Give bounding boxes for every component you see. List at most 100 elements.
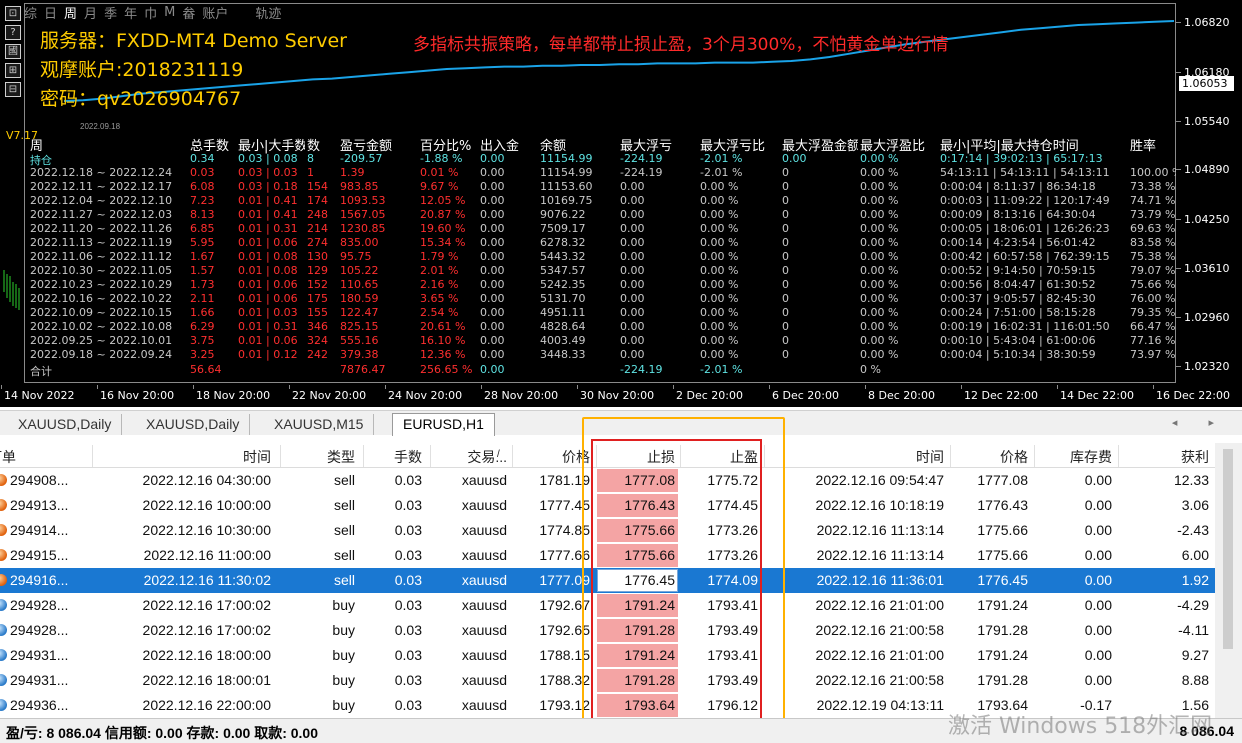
- column-header[interactable]: 类型: [327, 447, 355, 467]
- table-cell: 0.00: [1084, 547, 1112, 563]
- column-header[interactable]: 手数: [394, 447, 422, 467]
- table-cell: 1775.66: [977, 522, 1028, 538]
- stats-cell: 130: [307, 250, 328, 263]
- stats-cell: 1230.85: [340, 222, 386, 235]
- time-tick-label: 2 Dec 20:00: [673, 385, 743, 402]
- stats-cell: 19.60 %: [420, 222, 466, 235]
- table-cell: 1791.24: [977, 647, 1028, 663]
- stats-cell: 0.01 | 0.06: [238, 334, 298, 347]
- stats-cell: 2.11: [190, 292, 215, 305]
- stats-cell: 0.00: [480, 278, 505, 291]
- stats-cell: 0: [782, 334, 789, 347]
- column-header[interactable]: 交易...: [467, 447, 507, 467]
- server-label: 服务器：FXDD-MT4 Demo Server: [40, 30, 347, 52]
- toolbar-icon[interactable]: ?: [5, 25, 21, 40]
- stats-cell: 0.00: [480, 250, 505, 263]
- column-separator[interactable]: [950, 445, 951, 467]
- column-header[interactable]: 订单: [0, 447, 16, 467]
- stats-cell: 8.13: [190, 208, 215, 221]
- column-separator[interactable]: [430, 445, 431, 467]
- stats-total-row: 合计 56.64 7876.47 256.65 % 0.00 -224.19 -2.01 %…: [30, 363, 1176, 378]
- stats-cell: 合计: [30, 365, 52, 378]
- stats-cell: 0: [782, 320, 789, 333]
- table-cell: sell: [333, 572, 355, 588]
- stats-cell: 0.00 %: [860, 194, 899, 207]
- vertical-scrollbar[interactable]: [1215, 443, 1242, 718]
- column-header[interactable]: 时间: [243, 447, 271, 467]
- table-cell: xauusd: [461, 547, 507, 563]
- column-header[interactable]: 获利: [1181, 447, 1209, 467]
- chart-tab[interactable]: XAUUSD,Daily: [8, 414, 123, 435]
- stats-cell: 2022.10.02 ~ 2022.10.08: [30, 320, 173, 333]
- stats-cell: 3.75: [190, 334, 215, 347]
- toolbar-icon[interactable]: ⊞: [5, 63, 21, 78]
- stats-week-row: 2022.10.23 ~ 2022.10.29 1.73 0.01 | 0.06 15…: [30, 278, 1176, 292]
- table-cell: -2.43: [1177, 522, 1209, 538]
- table-cell: 2022.12.16 11:00:00: [143, 547, 271, 563]
- tab-scroll-arrows[interactable]: ◂ ▸: [1172, 416, 1228, 429]
- stats-cell: 0:00:37 | 9:05:57 | 82:45:30: [940, 292, 1096, 305]
- time-tick-label: 8 Dec 20:00: [865, 385, 935, 402]
- stats-cell: 1.79 %: [420, 250, 459, 263]
- stats-week-row: 2022.10.02 ~ 2022.10.08 6.29 0.01 | 0.31 34…: [30, 320, 1176, 334]
- column-header[interactable]: 价格: [1000, 447, 1028, 467]
- stats-cell: 10169.75: [540, 194, 593, 207]
- stats-cell: 56.64: [190, 363, 222, 376]
- table-cell: 2022.12.16 18:00:01: [142, 672, 271, 688]
- table-cell: 2022.12.16 04:30:00: [142, 472, 271, 488]
- stats-cell: 0: [782, 222, 789, 235]
- stats-cell: 0.01 | 0.03: [238, 306, 298, 319]
- stats-cell: 0.00: [480, 292, 505, 305]
- column-separator[interactable]: [92, 445, 93, 467]
- toolbar-icon[interactable]: ⊡: [5, 6, 21, 21]
- column-header[interactable]: 库存费: [1070, 447, 1112, 467]
- stats-cell: 0.03 | 0.18: [238, 180, 298, 193]
- table-cell: 1777.08: [977, 472, 1028, 488]
- stats-week-row: 2022.10.16 ~ 2022.10.22 2.11 0.01 | 0.06 17…: [30, 292, 1176, 306]
- table-cell: 2022.12.16 17:00:02: [142, 597, 271, 613]
- table-cell: 294915...: [10, 547, 69, 563]
- stats-cell: 0.03 | 0.08: [238, 152, 298, 165]
- stats-cell: 1093.53: [340, 194, 386, 207]
- column-separator[interactable]: [1118, 445, 1119, 467]
- weekly-stats-table: 周总手数 最小|大手数数盈亏金额 百分比% 出入金 余额 最大浮亏 最大浮亏比 最大浮盈金额最…: [30, 135, 1176, 380]
- stats-cell: 0: [782, 166, 789, 179]
- stats-cell: -2.01 %: [700, 363, 743, 376]
- table-cell: 0.00: [1084, 497, 1112, 513]
- stats-cell: 0.00 %: [700, 278, 739, 291]
- stats-cell: 0.00: [480, 208, 505, 221]
- stats-cell: 0:00:05 | 18:06:01 | 126:26:23: [940, 222, 1110, 235]
- stats-cell: 0.00 %: [860, 278, 899, 291]
- chart-tab[interactable]: XAUUSD,Daily: [136, 414, 251, 435]
- chart-tab[interactable]: XAUUSD,M15: [264, 414, 375, 435]
- stats-cell: 0.01 | 0.06: [238, 236, 298, 249]
- stats-cell: 74.71 %: [1130, 194, 1176, 207]
- stats-cell: 105.22: [340, 264, 379, 277]
- scrollbar-thumb[interactable]: [1223, 449, 1233, 649]
- column-separator[interactable]: [280, 445, 281, 467]
- stats-cell: 5347.57: [540, 264, 586, 277]
- stats-cell: 2022.12.18 ~ 2022.12.24: [30, 166, 173, 179]
- stats-cell: 0.00 %: [860, 320, 899, 333]
- stats-cell: 2022.10.23 ~ 2022.10.29: [30, 278, 173, 291]
- chart-window[interactable]: 综日周月季年巾 M 畚账户 轨迹 ⊡? 國 ⊞ ⊟ V7.17 服务器：FXDD-MT4 D…: [0, 0, 1242, 407]
- chart-tab[interactable]: EURUSD,H1: [392, 413, 495, 436]
- stats-cell: 122.47: [340, 306, 379, 319]
- toolbar-icon[interactable]: 國: [5, 44, 21, 59]
- table-cell: xauusd: [461, 522, 507, 538]
- column-header[interactable]: 时间: [916, 447, 944, 467]
- stats-cell: 214: [307, 222, 328, 235]
- stats-cell: 0.00 %: [700, 180, 739, 193]
- sell-order-icon: [0, 524, 7, 536]
- toolbar-icon[interactable]: ⊟: [5, 82, 21, 97]
- stats-cell: 0.00: [620, 292, 645, 305]
- table-cell: 294908...: [10, 472, 69, 488]
- column-separator[interactable]: [512, 445, 513, 467]
- time-tick-label: 28 Nov 20:00: [480, 385, 559, 402]
- stats-cell: 1.39: [340, 166, 365, 179]
- column-separator[interactable]: [1034, 445, 1035, 467]
- stats-cell: 0:00:03 | 11:09:22 | 120:17:49: [940, 194, 1110, 207]
- stats-cell: 6278.32: [540, 236, 586, 249]
- table-cell: 0.00: [1084, 572, 1112, 588]
- column-separator[interactable]: [363, 445, 364, 467]
